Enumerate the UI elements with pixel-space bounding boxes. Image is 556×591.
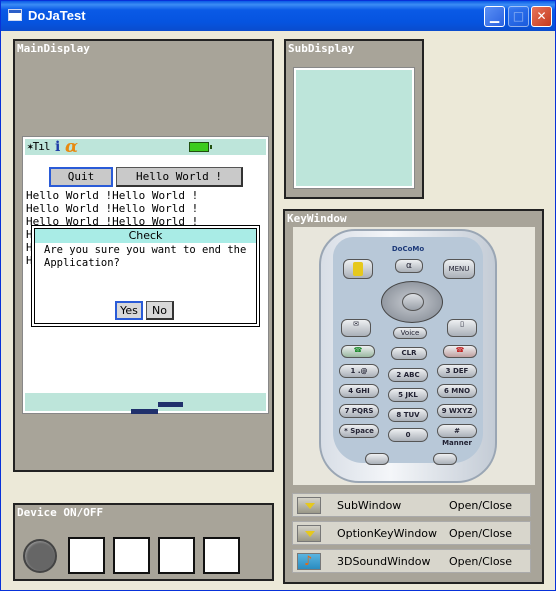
row-label: OptionKeyWindow bbox=[337, 527, 438, 540]
navigation-pad[interactable] bbox=[381, 281, 443, 323]
sub-display-panel: SubDisplay bbox=[284, 39, 424, 199]
main-display-panel: MainDisplay ✶Tıl i α Quit Hello World ! … bbox=[13, 39, 274, 472]
app-window: DoJaTest ▁ □ ✕ MainDisplay ✶Tıl i α Quit… bbox=[0, 0, 556, 591]
signal-icon: ✶Tıl bbox=[27, 140, 50, 153]
confirm-dialog: Check Are you sure you want to end the A… bbox=[31, 225, 260, 327]
mail-key[interactable]: ✉ bbox=[341, 319, 371, 337]
key-0[interactable]: 0 bbox=[388, 428, 428, 442]
phone-body: DoCoMo α MENU ✉ Voice ▯ ☎ CLR ☎ 1 .@ 2 A… bbox=[319, 229, 497, 483]
progress-mark bbox=[131, 409, 158, 414]
sub-display-label: SubDisplay bbox=[288, 42, 355, 55]
alpha-icon: α bbox=[65, 137, 79, 157]
phone-keypad-area: DoCoMo α MENU ✉ Voice ▯ ☎ CLR ☎ 1 .@ 2 A… bbox=[293, 227, 535, 485]
3d-sound-window-row[interactable]: 3DSoundWindow Open/Close bbox=[292, 549, 531, 573]
manner-right-key[interactable] bbox=[433, 453, 457, 465]
close-button[interactable]: ✕ bbox=[531, 6, 552, 27]
battery-icon bbox=[189, 142, 212, 152]
arrow-down-icon[interactable] bbox=[297, 497, 321, 514]
power-indicator[interactable] bbox=[23, 539, 57, 573]
phone-face: DoCoMo α MENU ✉ Voice ▯ ☎ CLR ☎ 1 .@ 2 A… bbox=[333, 237, 483, 463]
main-display-label: MainDisplay bbox=[17, 42, 90, 55]
dialog-message: Are you sure you want to end the Applica… bbox=[44, 244, 247, 269]
music-note-icon[interactable] bbox=[297, 553, 321, 570]
app-icon bbox=[8, 9, 22, 21]
sub-window-row[interactable]: SubWindow Open/Close bbox=[292, 493, 531, 517]
key-star[interactable]: * Space bbox=[339, 424, 379, 438]
docomo-logo: DoCoMo bbox=[391, 245, 425, 253]
minimize-button[interactable]: ▁ bbox=[484, 6, 505, 27]
device-slot-2[interactable] bbox=[113, 537, 150, 574]
row-label: SubWindow bbox=[337, 499, 402, 512]
manner-left-key[interactable] bbox=[365, 453, 389, 465]
open-close-toggle[interactable]: Open/Close bbox=[449, 555, 512, 568]
device-slot-4[interactable] bbox=[203, 537, 240, 574]
call-key[interactable]: ☎ bbox=[341, 345, 375, 358]
key-3[interactable]: 3 DEF bbox=[437, 364, 477, 378]
key-6[interactable]: 6 MNO bbox=[437, 384, 477, 398]
status-bar: ✶Tıl i α bbox=[25, 137, 266, 157]
device-panel: Device ON/OFF bbox=[13, 503, 274, 581]
text-line: Hello World !Hello World ! bbox=[26, 189, 199, 202]
clear-key[interactable]: CLR bbox=[391, 347, 427, 360]
book-key[interactable]: ▯ bbox=[447, 319, 477, 337]
sub-screen[interactable] bbox=[293, 67, 415, 189]
dialog-title: Check bbox=[35, 229, 256, 243]
key-2[interactable]: 2 ABC bbox=[388, 368, 428, 382]
key-5[interactable]: 5 JKL bbox=[388, 388, 428, 402]
open-close-toggle[interactable]: Open/Close bbox=[449, 499, 512, 512]
maximize-button[interactable]: □ bbox=[508, 6, 529, 27]
key-7[interactable]: 7 PQRS bbox=[339, 404, 379, 418]
select-key[interactable] bbox=[402, 293, 424, 311]
arrow-down-icon[interactable] bbox=[297, 525, 321, 542]
yes-button[interactable]: Yes bbox=[115, 301, 143, 320]
text-line: Hello World !Hello World ! bbox=[26, 202, 199, 215]
device-label: Device ON/OFF bbox=[17, 506, 104, 519]
no-button[interactable]: No bbox=[146, 301, 174, 320]
window-title: DoJaTest bbox=[28, 8, 86, 23]
hello-world-button[interactable]: Hello World ! bbox=[116, 167, 243, 187]
title-bar[interactable]: DoJaTest ▁ □ ✕ bbox=[1, 1, 555, 31]
voice-key[interactable]: Voice bbox=[393, 327, 427, 339]
key-hash[interactable]: # Manner bbox=[437, 424, 477, 447]
key-4[interactable]: 4 GHI bbox=[339, 384, 379, 398]
key-1[interactable]: 1 .@ bbox=[339, 364, 379, 378]
i-mode-icon: i bbox=[55, 139, 61, 155]
option-key-window-row[interactable]: OptionKeyWindow Open/Close bbox=[292, 521, 531, 545]
i-mode-key[interactable] bbox=[343, 259, 373, 279]
open-close-toggle[interactable]: Open/Close bbox=[449, 527, 512, 540]
key-9[interactable]: 9 WXYZ bbox=[437, 404, 477, 418]
key-window-panel: KeyWindow DoCoMo α MENU ✉ Voice ▯ ☎ CLR … bbox=[283, 209, 544, 584]
device-slot-1[interactable] bbox=[68, 537, 105, 574]
end-call-key[interactable]: ☎ bbox=[443, 345, 477, 358]
quit-button[interactable]: Quit bbox=[49, 167, 113, 187]
alpha-key[interactable]: α bbox=[395, 259, 423, 273]
device-slot-3[interactable] bbox=[158, 537, 195, 574]
progress-mark bbox=[158, 402, 183, 407]
main-screen[interactable]: ✶Tıl i α Quit Hello World ! Hello World … bbox=[22, 136, 269, 414]
key-8[interactable]: 8 TUV bbox=[388, 408, 428, 422]
key-window-label: KeyWindow bbox=[287, 212, 347, 225]
row-label: 3DSoundWindow bbox=[337, 555, 431, 568]
menu-key[interactable]: MENU bbox=[443, 259, 475, 279]
